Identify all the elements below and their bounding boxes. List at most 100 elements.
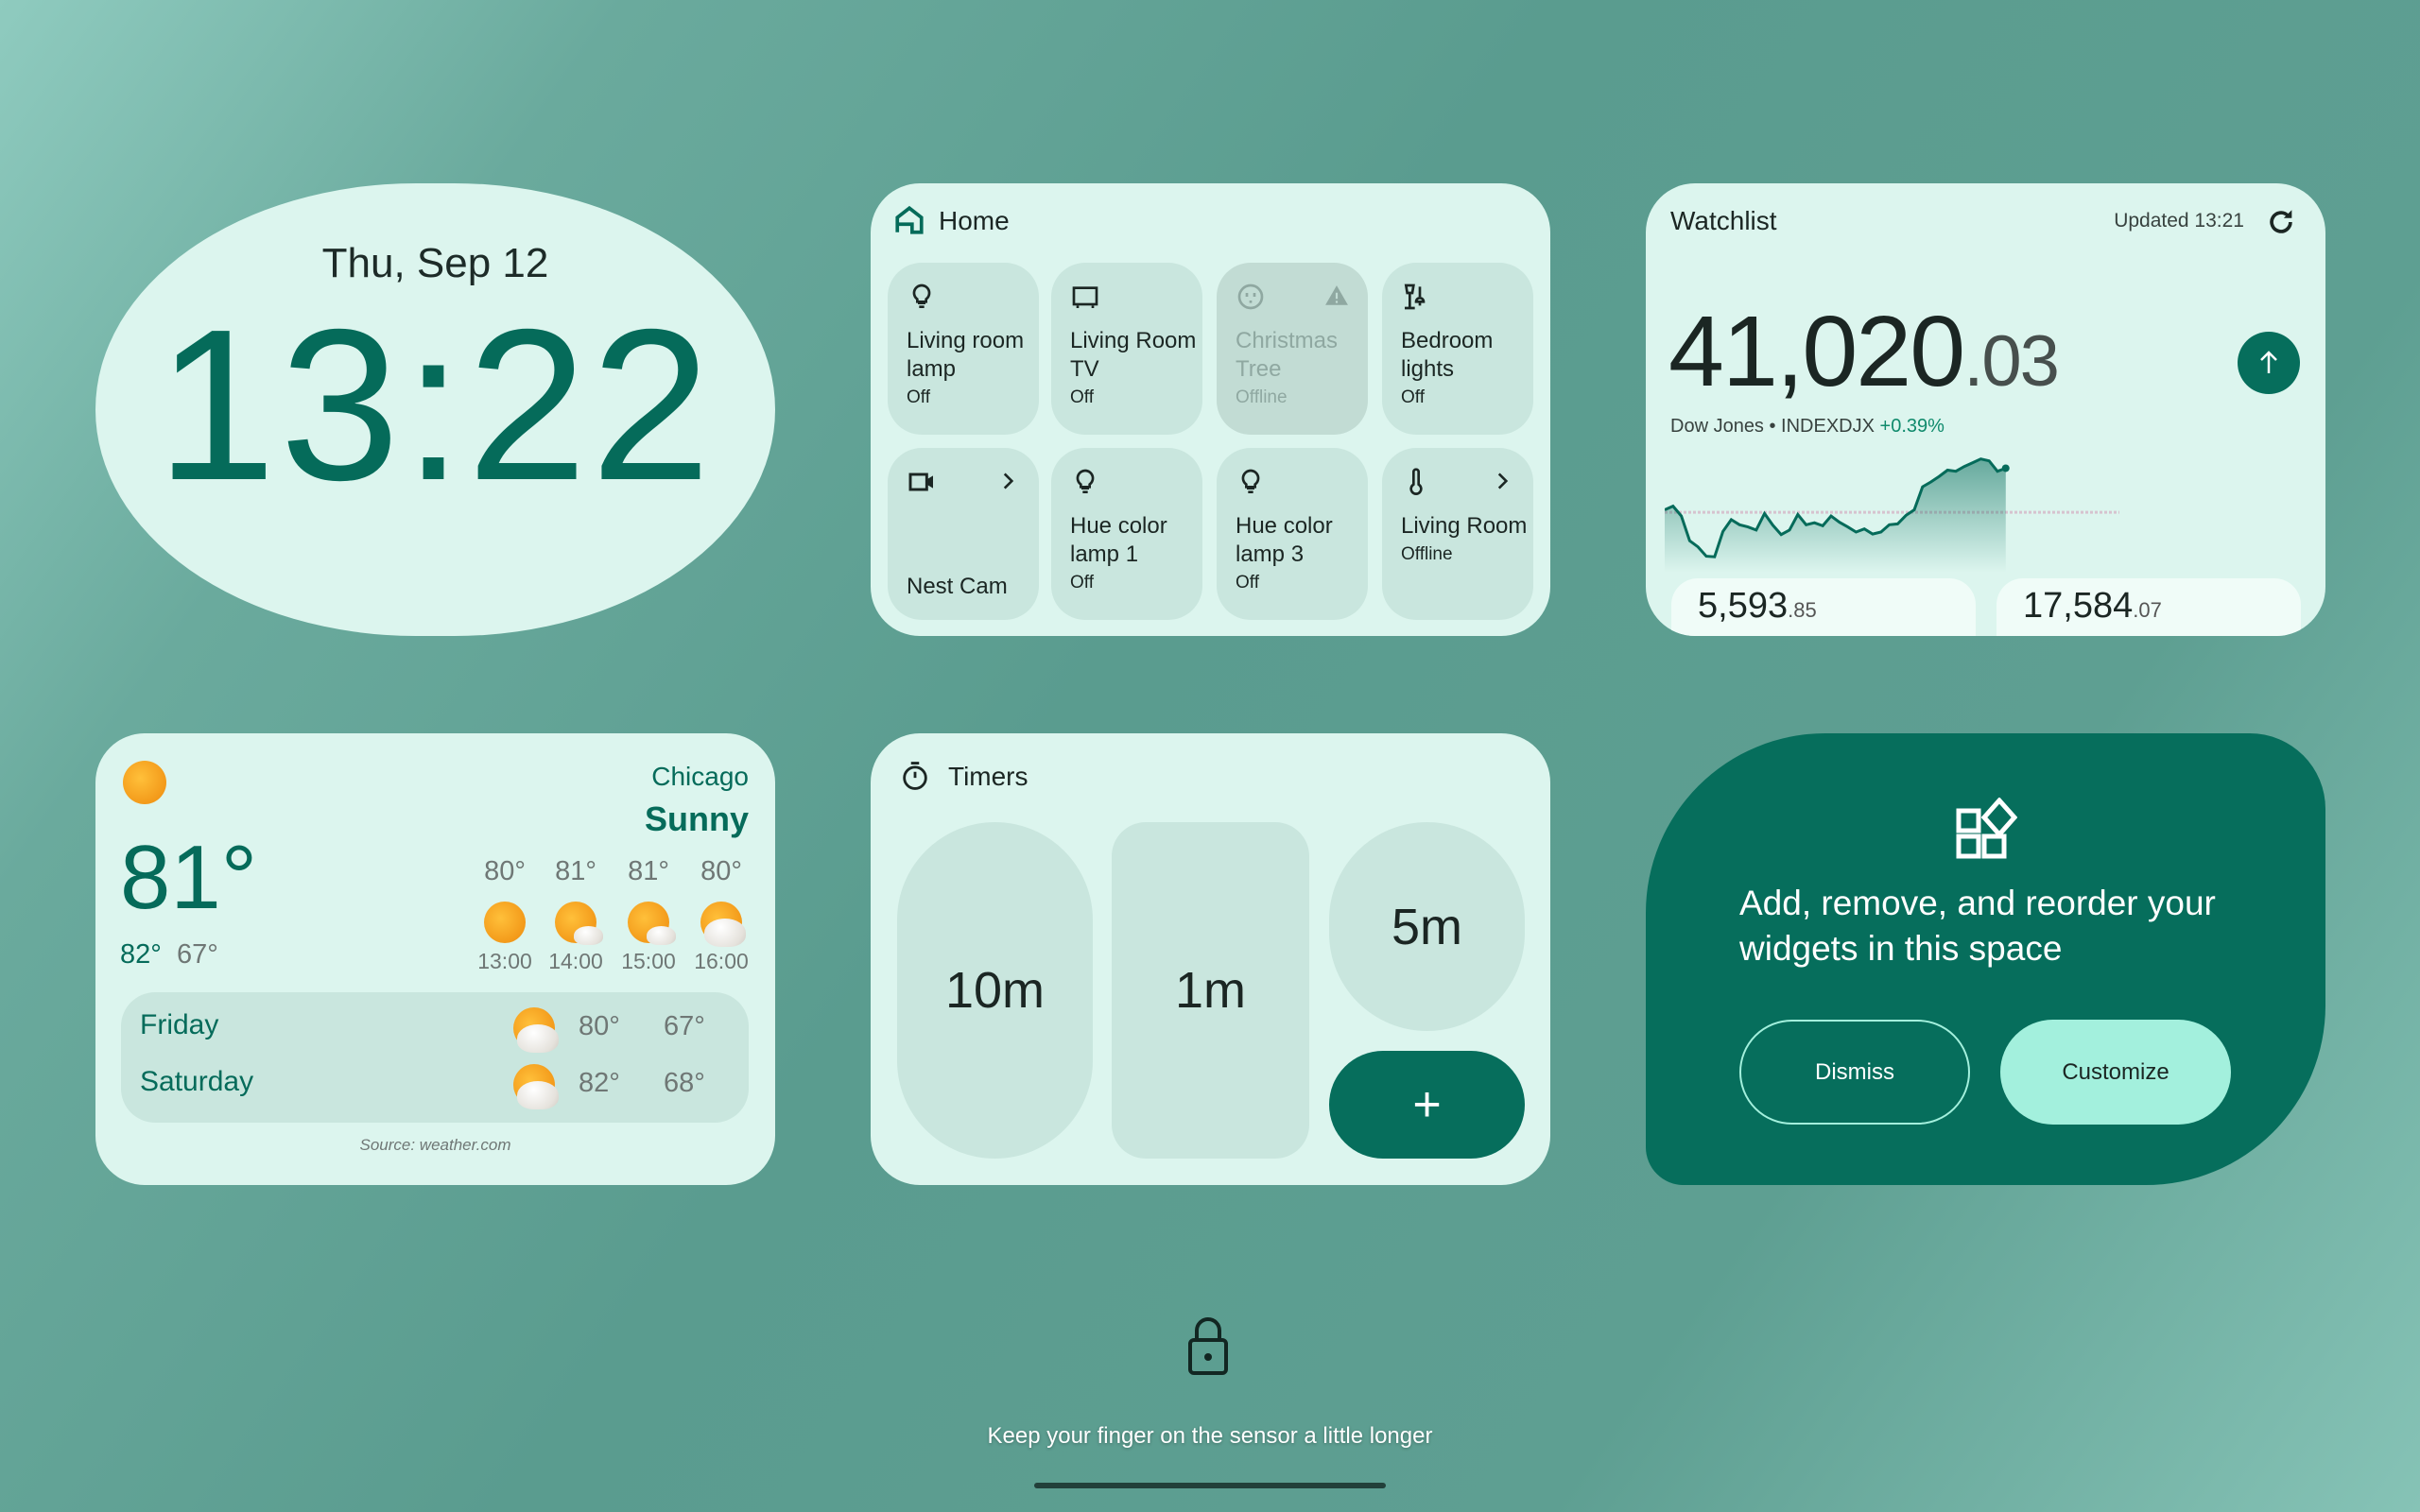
index-change: +0.39% bbox=[1879, 416, 1945, 437]
current-temp: 81° bbox=[120, 827, 258, 928]
daily-forecast: Friday 80° 67° Saturday 82° 68° bbox=[121, 992, 749, 1123]
forecast-day: Friday bbox=[140, 1009, 219, 1040]
timer-icon bbox=[903, 762, 927, 790]
widgets-icon bbox=[1956, 798, 2017, 859]
updated-time: Updated 13:21 bbox=[2114, 210, 2244, 232]
device-status: Off bbox=[1070, 573, 1094, 593]
forecast-high: 80° bbox=[579, 1011, 620, 1041]
device-name: Living Room Offline bbox=[1401, 512, 1529, 569]
sunny-icon bbox=[123, 761, 166, 804]
device-name: Nest Cam bbox=[907, 574, 1008, 599]
device-tile[interactable]: Christmas Tree Offline bbox=[1217, 263, 1368, 435]
device-name: Christmas Tree Offline bbox=[1236, 327, 1363, 412]
device-tile[interactable]: Living room lamp Off bbox=[888, 263, 1039, 435]
timer-preset-1m[interactable]: 1m bbox=[1112, 822, 1309, 1159]
weather-source: Source: weather.com bbox=[359, 1136, 511, 1154]
device-tile[interactable]: Living Room Offline bbox=[1382, 448, 1533, 620]
google-home-icon bbox=[895, 205, 924, 234]
device-name: Hue color lamp 3 Off bbox=[1236, 512, 1363, 597]
lamp-icon bbox=[1404, 284, 1426, 310]
fingerprint-hint: Keep your finger on the sensor a little … bbox=[987, 1423, 1433, 1449]
sun-icon bbox=[484, 902, 526, 943]
home-widget: Home Living room lamp Off Living Room TV Of… bbox=[871, 183, 1550, 636]
lightbulb-icon bbox=[912, 284, 931, 308]
device-name: Living Room TV Off bbox=[1070, 327, 1198, 412]
warning-icon bbox=[1325, 285, 1348, 305]
tv-icon bbox=[1072, 286, 1098, 308]
forecast-low: 68° bbox=[664, 1068, 705, 1098]
index-name: Dow Jones • INDEXDJX bbox=[1670, 416, 1875, 437]
device-status: Off bbox=[1236, 573, 1259, 593]
device-tile[interactable]: Nest Cam bbox=[888, 448, 1039, 620]
high-low: 82° 67° bbox=[120, 939, 218, 971]
watchlist-widget: Watchlist Updated 13:21 41,020.03 Dow Jo… bbox=[1646, 183, 2325, 636]
device-status: Off bbox=[1401, 387, 1425, 407]
timers-widget: Timers 10m 1m 5m + bbox=[871, 733, 1550, 1185]
dismiss-button[interactable]: Dismiss bbox=[1739, 1020, 1970, 1125]
watchlist-card-1[interactable]: 5,593.85 bbox=[1671, 578, 1976, 636]
low-temp: 67° bbox=[176, 939, 218, 970]
index-price: 41,020.03 bbox=[1668, 295, 2060, 409]
customize-widget: Add, remove, and reorder your widgets in… bbox=[1646, 733, 2325, 1185]
customize-message: Add, remove, and reorder your widgets in… bbox=[1739, 884, 2216, 968]
timer-preset-10m[interactable]: 10m bbox=[897, 822, 1093, 1159]
device-status: Off bbox=[907, 387, 930, 407]
home-title: Home bbox=[939, 206, 1010, 235]
clock-widget[interactable]: Thu, Sep 12 13:22 bbox=[95, 183, 775, 636]
watchlist-title: Watchlist bbox=[1670, 206, 1777, 235]
thermometer-icon bbox=[1409, 468, 1423, 495]
cloud-icon bbox=[517, 1080, 560, 1109]
card-price: 17,584.07 bbox=[2023, 586, 2162, 630]
arrow-up-icon bbox=[2260, 351, 2277, 373]
hourly-temp: 80° bbox=[700, 856, 742, 886]
device-status: Off bbox=[1070, 387, 1094, 407]
device-status: Offline bbox=[1236, 387, 1288, 407]
watchlist-card-2[interactable]: 17,584.07 bbox=[1996, 578, 2301, 636]
device-status: Offline bbox=[1401, 544, 1453, 564]
lightbulb-icon bbox=[1076, 469, 1095, 493]
chevron-right-icon[interactable] bbox=[1490, 469, 1514, 493]
clock-date: Thu, Sep 12 bbox=[321, 240, 549, 286]
device-tile[interactable]: Living Room TV Off bbox=[1051, 263, 1202, 435]
timers-title: Timers bbox=[948, 762, 1028, 791]
camera-icon bbox=[908, 472, 933, 491]
weather-condition: Sunny bbox=[644, 799, 749, 838]
cloud-icon bbox=[517, 1023, 560, 1053]
cloud-icon bbox=[573, 926, 603, 946]
timer-preset-5m[interactable]: 5m bbox=[1329, 822, 1525, 1031]
index-label: Dow Jones • INDEXDJX +0.39% bbox=[1670, 416, 1945, 438]
refresh-icon[interactable] bbox=[2265, 206, 2297, 238]
high-temp: 82° bbox=[120, 939, 162, 970]
forecast-day: Saturday bbox=[140, 1066, 254, 1097]
chevron-right-icon[interactable] bbox=[995, 469, 1020, 493]
lightbulb-icon bbox=[1241, 469, 1260, 493]
outlet-icon bbox=[1237, 284, 1264, 310]
forecast-low: 67° bbox=[664, 1011, 705, 1041]
card-price-decimal: .85 bbox=[1788, 598, 1817, 622]
card-price: 5,593.85 bbox=[1698, 586, 1817, 630]
device-name: Bedroom lights Off bbox=[1401, 327, 1529, 412]
price-decimal: .03 bbox=[1963, 321, 2060, 402]
forecast-high: 82° bbox=[579, 1068, 620, 1098]
card-price-integer: 17,584 bbox=[2023, 586, 2134, 626]
device-name: Hue color lamp 1 Off bbox=[1070, 512, 1198, 597]
hourly-time: 16:00 bbox=[694, 949, 749, 973]
card-price-decimal: .07 bbox=[2133, 598, 2162, 622]
device-tile[interactable]: Hue color lamp 1 Off bbox=[1051, 448, 1202, 620]
customize-button[interactable]: Customize bbox=[2000, 1020, 2231, 1125]
cloud-icon bbox=[646, 926, 676, 946]
device-name: Living room lamp Off bbox=[907, 327, 1034, 412]
home-gesture-bar[interactable] bbox=[1034, 1483, 1386, 1488]
lock-icon[interactable] bbox=[1187, 1317, 1229, 1376]
device-tile[interactable]: Bedroom lights Off bbox=[1382, 263, 1533, 435]
weather-city: Chicago bbox=[651, 762, 749, 791]
add-timer-button[interactable]: + bbox=[1329, 1051, 1525, 1159]
sparkline-chart bbox=[1665, 457, 2119, 573]
weather-widget[interactable]: Chicago Sunny 81° 82° 67° 80° 13:00 81° 14:… bbox=[95, 733, 775, 1185]
clock-time: 13:22 bbox=[156, 285, 715, 525]
trend-up-button[interactable] bbox=[2238, 332, 2300, 394]
device-tile[interactable]: Hue color lamp 3 Off bbox=[1217, 448, 1368, 620]
card-price-integer: 5,593 bbox=[1698, 586, 1789, 626]
price-integer: 41,020 bbox=[1668, 296, 1965, 407]
sparkline-last-point bbox=[2001, 464, 2010, 472]
